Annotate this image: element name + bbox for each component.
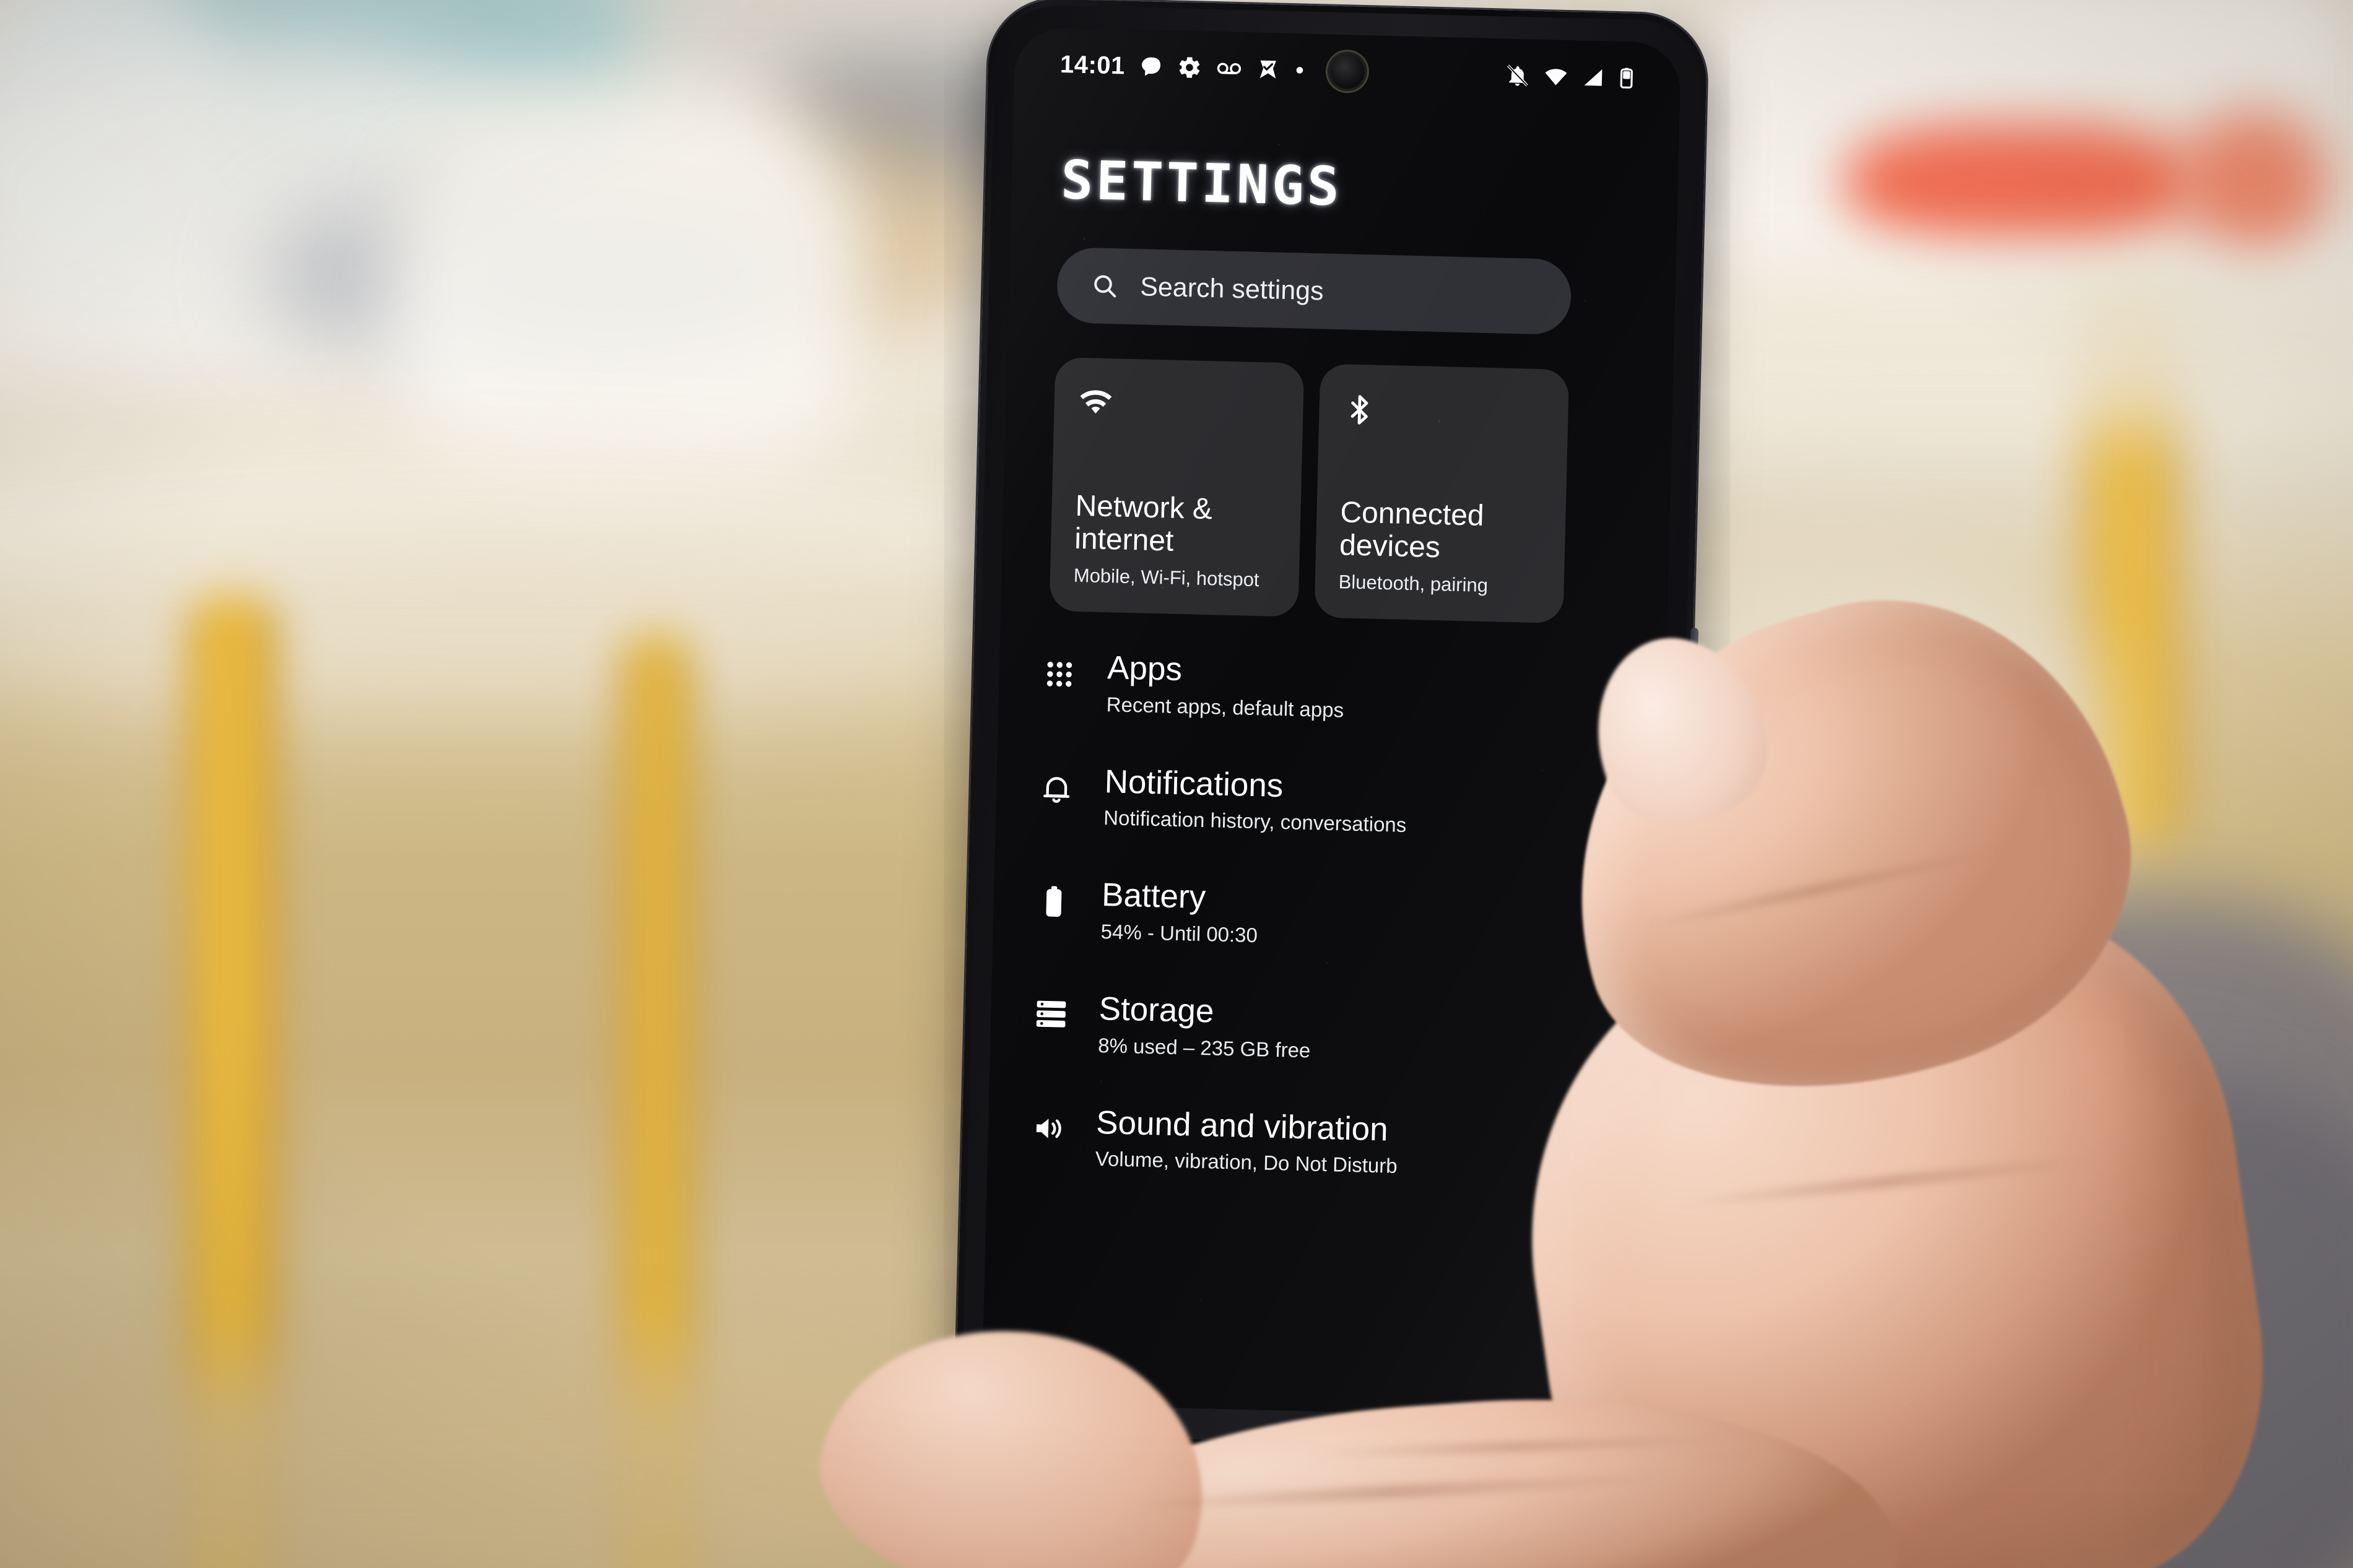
- card-subtitle: Bluetooth, pairing: [1338, 571, 1489, 597]
- list-item-subtitle: Recent apps, default apps: [1106, 692, 1344, 722]
- search-icon: [1094, 275, 1116, 298]
- background-floor-warm: [0, 1362, 929, 1568]
- list-item-title: Battery: [1101, 877, 1206, 916]
- voicemail-icon: [1217, 63, 1241, 75]
- background-grey-garment-2: [1858, 1083, 2353, 1568]
- list-item-storage[interactable]: Storage 8% used – 235 GB free: [990, 989, 1658, 1071]
- list-item-subtitle: 54% - Until 00:30: [1100, 919, 1258, 947]
- checkmark-badge-icon: [1259, 60, 1276, 79]
- dot-icon: [1296, 67, 1303, 74]
- list-item-title: Notifications: [1104, 763, 1284, 804]
- status-bar-right: [1504, 63, 1635, 91]
- background-desk-shadow: [0, 545, 1115, 718]
- settings-app: 14:01 SETTINGS Search settings Network &…: [981, 27, 1682, 1419]
- storage-icon: [1030, 990, 1072, 1031]
- list-item-apps[interactable]: Apps Recent apps, default apps: [998, 648, 1666, 730]
- apps-grid-icon: [1038, 649, 1081, 692]
- status-bar-left: 14:01: [1059, 50, 1306, 84]
- card-title: Connected devices: [1339, 495, 1485, 565]
- search-input[interactable]: Search settings: [1140, 272, 1324, 306]
- background-orange-object: [1845, 124, 2192, 241]
- list-item-subtitle: Notification history, conversations: [1103, 806, 1407, 837]
- list-item-notifications[interactable]: Notifications Notification history, conv…: [996, 761, 1663, 843]
- bluetooth-icon: [1350, 395, 1368, 425]
- status-bar: 14:01: [1014, 27, 1682, 116]
- ringer-off-icon: [1507, 64, 1528, 87]
- volume-icon: [1027, 1104, 1069, 1146]
- list-item-title: Storage: [1098, 990, 1215, 1030]
- gear-icon: [1179, 57, 1200, 78]
- list-item-sound-vibration[interactable]: Sound and vibration Volume, vibration, D…: [987, 1102, 1655, 1184]
- smartphone: 14:01 SETTINGS Search settings Network &…: [954, 0, 1708, 1457]
- front-camera: [1329, 53, 1365, 89]
- bell-icon: [1036, 763, 1078, 806]
- list-item-title: Sound and vibration: [1095, 1104, 1389, 1148]
- battery-icon: [1033, 877, 1075, 921]
- wifi-icon: [1545, 69, 1567, 85]
- cellular-signal-icon: [1584, 69, 1603, 86]
- card-title: Network & internet: [1074, 489, 1213, 558]
- list-item-subtitle: 8% used – 235 GB free: [1097, 1033, 1311, 1062]
- message-icon: [1141, 57, 1160, 76]
- list-item-subtitle: Volume, vibration, Do Not Disturb: [1095, 1147, 1398, 1178]
- card-network-internet[interactable]: Network & internet Mobile, Wi-Fi, hotspo…: [1049, 357, 1305, 617]
- background-shelf: [1610, 266, 2353, 427]
- background-orange-object-2: [2180, 111, 2328, 254]
- phone-screen: 14:01 SETTINGS Search settings Network &…: [981, 27, 1682, 1419]
- wifi-icon: [1080, 390, 1112, 414]
- list-item-title: Apps: [1107, 649, 1183, 688]
- settings-list: Apps Recent apps, default apps Notificat…: [987, 648, 1666, 1184]
- page-title: SETTINGS: [1060, 149, 1343, 219]
- list-item-battery[interactable]: Battery 54% - Until 00:30: [993, 875, 1660, 957]
- search-bar[interactable]: Search settings: [1056, 246, 1572, 336]
- status-bar-clock: 14:01: [1059, 50, 1126, 80]
- settings-cards: Network & internet Mobile, Wi-Fi, hotspo…: [1049, 357, 1673, 626]
- card-subtitle: Mobile, Wi-Fi, hotspot: [1073, 564, 1259, 591]
- card-connected-devices[interactable]: Connected devices Bluetooth, pairing: [1314, 363, 1570, 624]
- settings-content: SETTINGS Search settings Network & inter…: [987, 148, 1678, 1184]
- battery-icon: [1620, 67, 1633, 89]
